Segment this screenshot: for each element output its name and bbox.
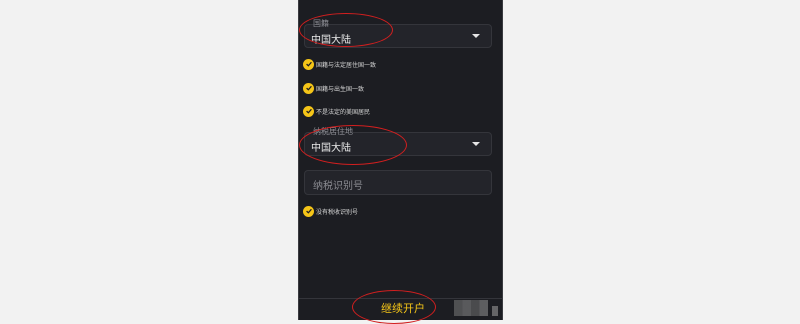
checkbox-label: 国籍与法定居住国一致	[316, 61, 377, 69]
tax-residence-select[interactable]: 纳税居住地 中国大陆	[304, 127, 492, 156]
tax-id-input[interactable]: 纳税识别号	[304, 170, 492, 195]
nationality-value: 中国大陆	[311, 35, 351, 46]
footer-divider	[299, 298, 502, 299]
tax-residence-value: 中国大陆	[311, 143, 351, 154]
check-icon	[303, 58, 314, 70]
dropdown-arrow-icon	[472, 34, 480, 38]
check-icon	[303, 82, 314, 94]
blurred-watermark	[454, 300, 488, 316]
dropdown-arrow-icon	[472, 142, 480, 146]
check-icon	[303, 205, 314, 217]
continue-button[interactable]: 继续开户	[373, 300, 433, 318]
tax-id-placeholder: 纳税识别号	[313, 181, 363, 192]
nationality-select[interactable]: 国籍 中国大陆	[304, 19, 492, 48]
checkbox-no-tax-id[interactable]: 没有税收识别号	[303, 205, 358, 217]
checkbox-label: 没有税收识别号	[316, 208, 359, 216]
checkbox-label: 国籍与出生国一致	[316, 85, 365, 93]
checkbox-nationality-birth[interactable]: 国籍与出生国一致	[303, 82, 364, 94]
nationality-label: 国籍	[313, 19, 329, 28]
phone-screen: 国籍 中国大陆 国籍与法定居住国一致 国籍与出生国一致 不是法定的美国居民 纳税…	[298, 0, 503, 320]
check-icon	[303, 105, 314, 117]
checkbox-not-us-resident[interactable]: 不是法定的美国居民	[303, 105, 370, 117]
checkbox-label: 不是法定的美国居民	[316, 108, 371, 116]
blurred-watermark	[492, 306, 498, 316]
checkbox-nationality-residence[interactable]: 国籍与法定居住国一致	[303, 58, 376, 70]
tax-residence-label: 纳税居住地	[313, 127, 353, 136]
